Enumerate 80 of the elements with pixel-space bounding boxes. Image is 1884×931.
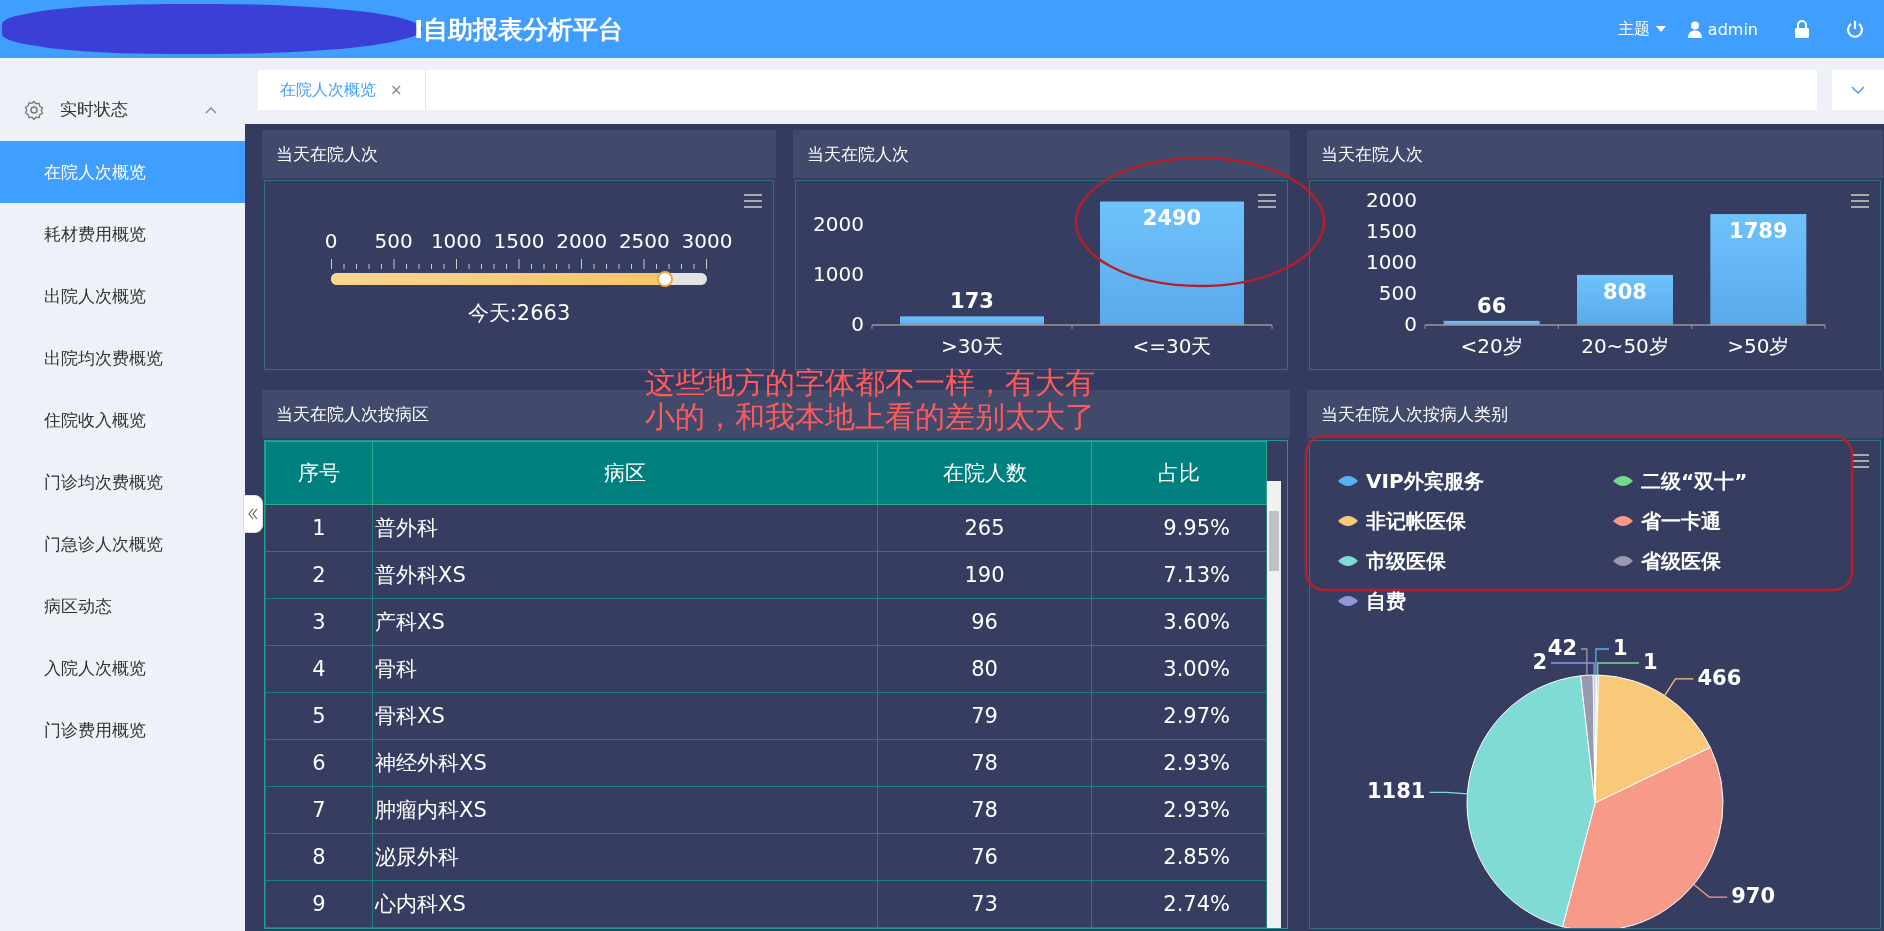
table-cell: 神经外科XS: [372, 739, 878, 787]
value-label: 2: [1532, 650, 1547, 674]
scale-label: 500: [374, 229, 413, 253]
table-cell: 2: [265, 551, 373, 599]
axis-label: >30天: [940, 333, 1003, 358]
table-cell: 骨科XS: [372, 692, 878, 740]
table-cell: 普外科XS: [372, 551, 878, 599]
column-header: 占比: [1091, 441, 1267, 505]
table-cell: 1: [265, 504, 373, 552]
table-cell: 6: [265, 739, 373, 787]
table-cell: 79: [877, 692, 1092, 740]
scale-label: 2000: [556, 229, 608, 253]
value-label: 1: [1613, 636, 1628, 660]
panel-title: 当天在院人次: [262, 130, 776, 178]
value-label: 970: [1731, 884, 1776, 909]
value-label: 42: [1547, 636, 1577, 660]
table-cell: 9: [265, 880, 373, 928]
annotation-text: 小的，和我本地上看的差别太大了: [645, 400, 1095, 434]
panel-title: 当天在院人次按病人类别: [1307, 390, 1883, 438]
column-header: 序号: [265, 441, 373, 505]
column-header: 在院人数: [877, 441, 1092, 505]
table-cell: 80: [877, 645, 1092, 693]
value-label: 1789: [1729, 219, 1788, 244]
axis-label: 1000: [1366, 249, 1417, 274]
column-header: 病区: [372, 441, 878, 505]
axis-label: 20~50岁: [1581, 333, 1669, 358]
panel-title: 当天在院人次: [1307, 130, 1883, 178]
annotation-text: 这些地方的字体都不一样，有大有: [645, 366, 1095, 400]
table-cell: 9.95%: [1091, 504, 1267, 552]
table-cell: 2.74%: [1091, 880, 1267, 928]
axis-label: 1500: [1366, 218, 1417, 243]
table-cell: 96: [877, 598, 1092, 646]
axis-label: 2000: [812, 212, 864, 237]
scale-label: 0: [324, 229, 338, 253]
value-label: 173: [949, 289, 994, 314]
axis-label: 1000: [812, 261, 864, 286]
table-cell: 2.85%: [1091, 833, 1267, 881]
scale-label: 1000: [430, 229, 482, 253]
table-cell: 78: [877, 786, 1092, 834]
app-title: I自助报表分析平台: [414, 13, 624, 46]
table-cell: 3.60%: [1091, 598, 1267, 646]
table-cell: 普外科: [372, 504, 878, 552]
axis-label: 0: [1404, 311, 1417, 336]
table-cell: 7.13%: [1091, 551, 1267, 599]
table-cell: 3.00%: [1091, 645, 1267, 693]
table-cell: 5: [265, 692, 373, 740]
table-cell: 265: [877, 504, 1092, 552]
axis-label: <20岁: [1460, 333, 1523, 358]
axis-label: 0: [850, 311, 864, 336]
today-reading: 今天:2663: [466, 300, 572, 327]
table-cell: 76: [877, 833, 1092, 881]
table-cell: 骨科: [372, 645, 878, 693]
value-label: 466: [1697, 665, 1742, 690]
table-cell: 190: [877, 551, 1092, 599]
scale-label: 2500: [618, 229, 670, 253]
axis-label: <=30天: [1132, 333, 1211, 358]
table-cell: 8: [265, 833, 373, 881]
table-cell: 肿瘤内科XS: [372, 786, 878, 834]
table-cell: 4: [265, 645, 373, 693]
value-label: 808: [1603, 279, 1647, 304]
table-cell: 产科XS: [372, 598, 878, 646]
table-cell: 2.93%: [1091, 786, 1267, 834]
scale-label: 3000: [681, 229, 733, 253]
table-cell: 3: [265, 598, 373, 646]
axis-label: >50岁: [1727, 333, 1790, 358]
table-cell: 心内科XS: [372, 880, 878, 928]
scale-label: 1500: [493, 229, 545, 253]
table-cell: 78: [877, 739, 1092, 787]
panel-title: 当天在院人次: [793, 130, 1290, 178]
value-label: 1: [1643, 650, 1658, 674]
table-cell: 7: [265, 786, 373, 834]
table-cell: 2.97%: [1091, 692, 1267, 740]
table-cell: 泌尿外科: [372, 833, 878, 881]
value-label: 2490: [1142, 206, 1201, 231]
table-cell: 2.93%: [1091, 739, 1267, 787]
value-label: 66: [1477, 293, 1507, 318]
value-label: 1181: [1366, 779, 1426, 804]
table-cell: 73: [877, 880, 1092, 928]
axis-label: 2000: [1366, 187, 1417, 212]
axis-label: 500: [1378, 280, 1417, 305]
